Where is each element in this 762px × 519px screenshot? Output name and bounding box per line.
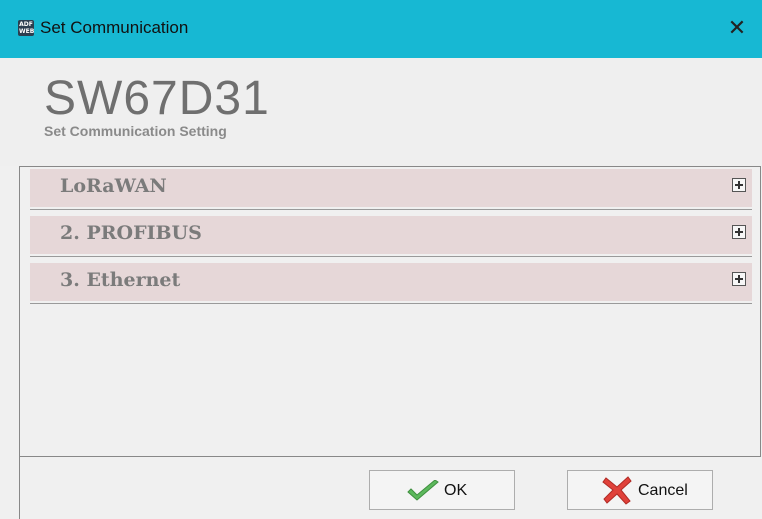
ok-label: OK	[444, 482, 468, 499]
expand-plus-icon[interactable]	[732, 178, 746, 192]
checkmark-icon	[407, 480, 439, 501]
header-area: SW67D31 Set Communication Setting	[0, 58, 762, 166]
close-icon: ✕	[727, 16, 747, 41]
title-bar: ADF WEB Set Communication ✕	[0, 0, 762, 58]
dialog-footer: OK Cancel	[19, 456, 761, 519]
section-lorawan[interactable]: LoRaWAN	[30, 167, 752, 210]
window-title: Set Communication	[40, 18, 189, 37]
section-ethernet[interactable]: 3. Ethernet	[30, 261, 752, 304]
page-subtitle: Set Communication Setting	[44, 123, 227, 139]
section-profibus[interactable]: 2. PROFIBUS	[30, 214, 752, 257]
divider	[30, 209, 752, 210]
ok-button[interactable]: OK	[369, 470, 515, 510]
section-label: 3. Ethernet	[60, 269, 181, 291]
expand-plus-icon[interactable]	[732, 272, 746, 286]
logo-text: ADF WEB	[19, 21, 35, 35]
dialog-window: ADF WEB Set Communication ✕ SW67D31 Set …	[0, 0, 762, 519]
cancel-button[interactable]: Cancel	[567, 470, 713, 510]
section-label: LoRaWAN	[60, 175, 167, 197]
expand-plus-icon[interactable]	[732, 225, 746, 239]
divider	[30, 303, 752, 304]
red-x-icon	[602, 476, 632, 505]
product-code: SW67D31	[44, 72, 270, 125]
settings-panel: LoRaWAN 2. PROFIBUS 3. Ethernet	[19, 166, 761, 456]
cancel-label: Cancel	[638, 482, 688, 499]
section-label: 2. PROFIBUS	[60, 222, 202, 244]
close-button[interactable]: ✕	[722, 14, 752, 44]
adfweb-logo-icon: ADF WEB	[18, 20, 34, 36]
divider	[30, 256, 752, 257]
